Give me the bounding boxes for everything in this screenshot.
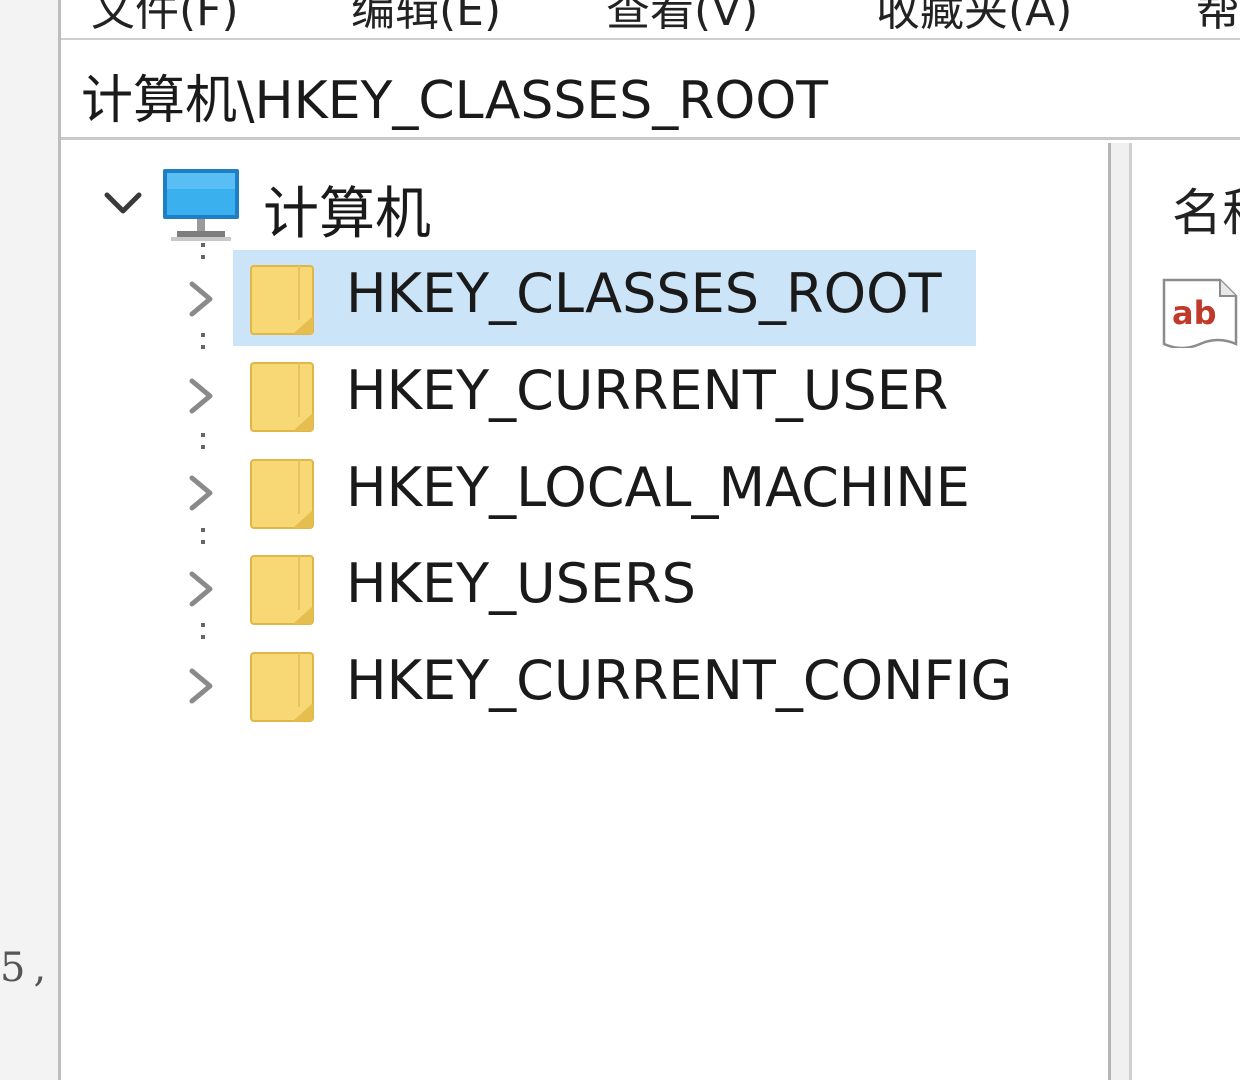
tree-root-label[interactable]: 计算机 (263, 169, 431, 250)
menu-favorites[interactable]: 收藏夹(A) (876, 0, 1072, 38)
tree-item-label[interactable]: HKEY_USERS (346, 552, 696, 615)
chevron-right-icon[interactable] (184, 568, 218, 610)
tree-item-label[interactable]: HKEY_CLASSES_ROOT (346, 262, 942, 325)
address-bar[interactable]: 计算机\HKEY_CLASSES_ROOT (61, 40, 1240, 140)
tree-item-hkey-current-config[interactable]: HKEY_CURRENT_CONFIG (176, 637, 1076, 733)
menu-edit[interactable]: 编辑(E) (351, 0, 501, 38)
registry-tree-pane: 计算机 HKEY_CLASSES_ROOT HKEY_CURRENT_USER … (61, 143, 1108, 1080)
tree-root-computer[interactable]: 计算机 (91, 163, 511, 247)
screenshot-frame: 5, t 文件(F) 编辑(E) 查看(V) 收藏夹(A) 帮 计算机\HKEY… (0, 0, 1240, 1080)
folder-icon (250, 652, 314, 722)
folder-icon (250, 362, 314, 432)
tree-item-hkey-users[interactable]: HKEY_USERS (176, 540, 1076, 636)
tree-item-hkey-local-machine[interactable]: HKEY_LOCAL_MACHINE (176, 444, 1076, 540)
menu-bar: 文件(F) 编辑(E) 查看(V) 收藏夹(A) 帮 (61, 0, 1240, 40)
ab-icon-text: ab (1172, 294, 1217, 332)
folder-icon (250, 265, 314, 335)
menu-help[interactable]: 帮 (1196, 0, 1240, 38)
tree-item-label[interactable]: HKEY_LOCAL_MACHINE (346, 456, 970, 519)
address-path[interactable]: 计算机\HKEY_CLASSES_ROOT (81, 58, 828, 133)
menu-view[interactable]: 查看(V) (606, 0, 758, 38)
computer-icon (163, 169, 239, 241)
chevron-right-icon[interactable] (184, 472, 218, 514)
background-document: 5, t (0, 0, 91, 1080)
tree-item-label[interactable]: HKEY_CURRENT_CONFIG (346, 649, 1012, 712)
folder-icon (250, 555, 314, 625)
chevron-down-icon[interactable] (101, 181, 145, 225)
chevron-right-icon[interactable] (184, 278, 218, 320)
tree-item-hkey-classes-root[interactable]: HKEY_CLASSES_ROOT (176, 250, 1076, 346)
tree-item-label[interactable]: HKEY_CURRENT_USER (346, 359, 948, 422)
chevron-right-icon[interactable] (184, 665, 218, 707)
tree-item-hkey-current-user[interactable]: HKEY_CURRENT_USER (176, 347, 1076, 443)
chevron-right-icon[interactable] (184, 375, 218, 417)
string-value-icon: ab (1162, 278, 1238, 348)
menu-file[interactable]: 文件(F) (91, 0, 239, 38)
pane-splitter[interactable] (1108, 143, 1132, 1080)
registry-editor-window: 文件(F) 编辑(E) 查看(V) 收藏夹(A) 帮 计算机\HKEY_CLAS… (58, 0, 1240, 1080)
values-pane: 名称 ab (1132, 143, 1240, 1080)
folder-icon (250, 459, 314, 529)
column-header-name[interactable]: 名称 (1172, 173, 1240, 245)
